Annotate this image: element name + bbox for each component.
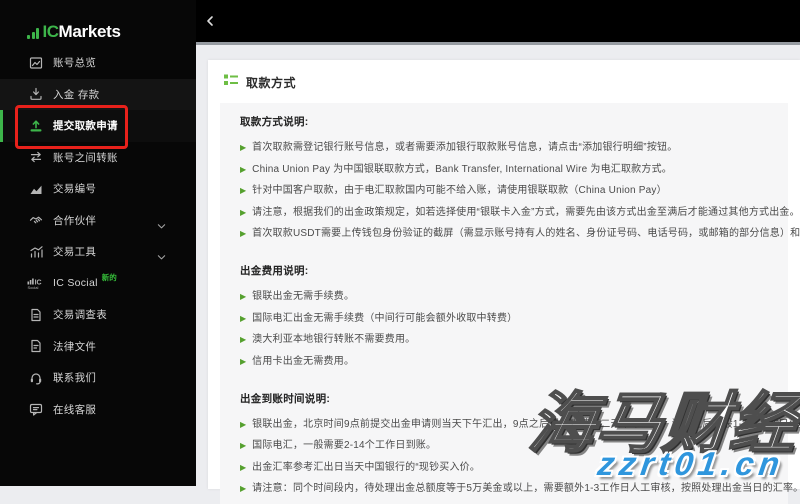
bullet-arrow-icon: ▶: [240, 441, 247, 450]
form-icon: [27, 308, 44, 322]
bullet-item: ▶ 首次取款需登记银行账号信息，或者需要添加银行取款账号信息，请点击“添加银行明细…: [240, 142, 768, 154]
ic-markets-logo[interactable]: IC Markets: [0, 0, 196, 42]
sidebar: IC Markets 账号总览入金 存款提交取款申请 账号之间转账 交易编号合作伙伴…: [0, 0, 196, 486]
bullet-item: ▶ 出金汇率参考汇出日当天中国银行的“现钞买入价。: [240, 462, 768, 474]
ic-social-icon: IC Social: [27, 276, 44, 290]
sidebar-item-label: 账号之间转账: [53, 151, 118, 164]
transfer-icon: [27, 150, 44, 164]
sidebar-item-label: 合作伙伴: [53, 214, 97, 227]
bullet-item: ▶ 银联出金无需手续费。: [240, 291, 768, 303]
logo-prefix: IC: [42, 22, 60, 41]
bullet-text: 国际电汇，一般需要2-14个工作日到账。: [252, 440, 437, 451]
content-area: 取款方式 取款方式说明: ▶ 首次取款需登记银行账号信息，或者需要添加银行取款账号信…: [196, 42, 800, 504]
document-icon: [27, 339, 44, 353]
bullet-item: ▶ 银联出金，北京时间9点前提交出金申请则当天下午汇出，9点之后提交申请第二天下午…: [240, 419, 800, 431]
sidebar-item-deposit[interactable]: 入金 存款: [0, 78, 196, 110]
bullet-item: ▶ 首次取款USDT需要上传钱包身份验证的截屏（需显示账号持有人的姓名、身份证号码…: [240, 228, 800, 240]
chat-icon: [27, 402, 44, 416]
bullet-arrow-icon: ▶: [240, 335, 247, 344]
partners-icon: [27, 213, 44, 227]
sidebar-item-partners[interactable]: 合作伙伴: [0, 205, 196, 237]
logo-bars-icon: [27, 28, 41, 42]
bullet-text: 国际电汇出金无需手续费（中间行可能会额外收取中转费）: [252, 312, 518, 324]
sidebar-item-account-overview[interactable]: 账号总览: [0, 47, 196, 79]
svg-text:Social: Social: [28, 285, 39, 290]
bullet-text: China Union Pay 为中国银联取款方式，Bank Transfer,…: [252, 163, 672, 175]
info-panel: 取款方式说明: ▶ 首次取款需登记银行账号信息，或者需要添加银行取款账号信息，请点击…: [220, 103, 800, 504]
sidebar-item-submit-withdrawal[interactable]: 提交取款申请: [0, 110, 196, 142]
sidebar-item-label: 交易调查表: [53, 309, 107, 322]
bullet-item: ▶ 请注意，根据我们的出金政策规定，如若选择使用“银联卡入金”方式，需要先由该方式…: [240, 207, 800, 219]
page-title: 取款方式: [246, 75, 297, 90]
bullet-arrow-icon: ▶: [240, 484, 247, 493]
bullet-arrow-icon: ▶: [240, 313, 247, 323]
sidebar-item-trading-tools[interactable]: 交易工具: [0, 236, 196, 268]
list-icon: [224, 73, 238, 91]
sidebar-item-trade-number[interactable]: 交易编号: [0, 173, 196, 205]
bullet-text: 首次取款USDT需要上传钱包身份验证的截屏（需显示账号持有人的姓名、身份证号码、…: [252, 228, 800, 239]
bullet-arrow-icon: ▶: [240, 356, 247, 366]
bullet-text: 请注意，根据我们的出金政策规定，如若选择使用“银联卡入金”方式，需要先由该方式出…: [252, 206, 800, 218]
bullet-text: 银联出金，北京时间9点前提交出金申请则当天下午汇出，9点之后提交申请第二天下午汇…: [252, 418, 800, 430]
section-heading: 出金费用说明:: [240, 265, 309, 277]
sidebar-item-transfer-between-accounts[interactable]: 账号之间转账: [0, 142, 196, 174]
sidebar-item-live-chat[interactable]: 在线客服: [0, 394, 196, 426]
chevron-down-icon: [157, 248, 166, 266]
info-section-1: 出金费用说明: ▶ 银联出金无需手续费。 ▶ 国际电汇出金无需手续费（中间行可能会额外收…: [240, 263, 768, 368]
withdrawal-methods-card: 取款方式 取款方式说明: ▶ 首次取款需登记银行账号信息，或者需要添加银行取款账号信…: [208, 60, 800, 504]
sidebar-item-label: IC Social: [53, 277, 98, 290]
bullet-item: ▶ 针对中国客户取款，由于电汇取款国内可能不给入账，请使用银联取款（China U…: [240, 185, 768, 197]
new-badge: 新的: [101, 272, 117, 282]
bullet-text: 首次取款需登记银行账号信息，或者需要添加银行取款账号信息，请点击“添加银行明细”…: [252, 142, 678, 153]
chart-icon: [27, 182, 44, 196]
bullet-item: ▶ 澳大利亚本地银行转账不需要费用。: [240, 334, 768, 346]
sidebar-item-legal-documents[interactable]: 法律文件: [0, 331, 196, 363]
overview-icon: [27, 56, 44, 70]
bullet-item: ▶ 国际电汇出金无需手续费（中间行可能会额外收取中转费）: [240, 313, 768, 325]
sidebar-menu: 账号总览入金 存款提交取款申请 账号之间转账 交易编号合作伙伴交易工具 IC Socia…: [0, 47, 196, 425]
sidebar-item-trading-questionnaire[interactable]: 交易调查表: [0, 299, 196, 331]
sidebar-item-label: 交易工具: [53, 246, 97, 259]
bullet-arrow-icon: ▶: [240, 164, 247, 174]
section-heading: 出金到账时间说明:: [240, 392, 331, 405]
headset-icon: [27, 371, 44, 385]
deposit-icon: [27, 87, 44, 101]
bullet-text: 出金汇率参考汇出日当天中国银行的“现钞买入价。: [252, 461, 481, 473]
bullet-arrow-icon: ▶: [240, 143, 247, 152]
topbar: [196, 0, 800, 42]
section-heading: 取款方式说明:: [240, 116, 309, 128]
tools-icon: [27, 245, 44, 259]
sidebar-item-label: 交易编号: [53, 183, 97, 196]
sidebar-item-ic-social[interactable]: IC Social IC Social 新的: [0, 268, 196, 300]
info-section-2: 出金到账时间说明: ▶ 银联出金，北京时间9点前提交出金申请则当天下午汇出，9点之后…: [240, 391, 800, 496]
bullet-item: ▶ 请注意：同个时间段内，待处理出金总额度等于5万美金或以上，需要额外1-3工作日…: [240, 483, 800, 495]
sidebar-item-label: 账号总览: [53, 57, 97, 70]
bullet-text: 信用卡出金无需费用。: [252, 355, 355, 367]
bullet-item: ▶ 信用卡出金无需费用。: [240, 356, 768, 368]
bullet-text: 澳大利亚本地银行转账不需要费用。: [252, 334, 416, 345]
sidebar-item-label: 入金 存款: [53, 88, 100, 101]
bullet-item: ▶ 国际电汇，一般需要2-14个工作日到账。: [240, 440, 768, 452]
bullet-text: 针对中国客户取款，由于电汇取款国内可能不给入账，请使用银联取款（China Un…: [252, 185, 667, 196]
bullet-arrow-icon: ▶: [240, 229, 247, 238]
sidebar-item-label: 法律文件: [53, 340, 97, 353]
bullet-arrow-icon: ▶: [240, 207, 247, 217]
bullet-item: ▶ China Union Pay 为中国银联取款方式，Bank Transfer…: [240, 164, 768, 176]
bullet-arrow-icon: ▶: [240, 186, 247, 195]
bullet-text: 请注意：同个时间段内，待处理出金总额度等于5万美金或以上，需要额外1-3工作日人…: [252, 483, 800, 494]
bullet-text: 银联出金无需手续费。: [252, 291, 355, 302]
withdraw-icon: [27, 119, 44, 133]
sidebar-item-contact-us[interactable]: 联系我们: [0, 362, 196, 394]
chevron-down-icon: [157, 217, 166, 235]
card-header: 取款方式: [208, 60, 800, 103]
bullet-arrow-icon: ▶: [240, 292, 247, 301]
sidebar-item-label: 提交取款申请: [53, 120, 118, 133]
sidebar-item-label: 在线客服: [53, 403, 97, 416]
sidebar-collapse-icon[interactable]: [203, 14, 217, 33]
sidebar-item-label: 联系我们: [53, 372, 97, 385]
info-section-0: 取款方式说明: ▶ 首次取款需登记银行账号信息，或者需要添加银行取款账号信息，请点击…: [240, 114, 800, 240]
bullet-arrow-icon: ▶: [240, 419, 247, 429]
logo-suffix: Markets: [58, 22, 121, 41]
bullet-arrow-icon: ▶: [240, 462, 247, 472]
